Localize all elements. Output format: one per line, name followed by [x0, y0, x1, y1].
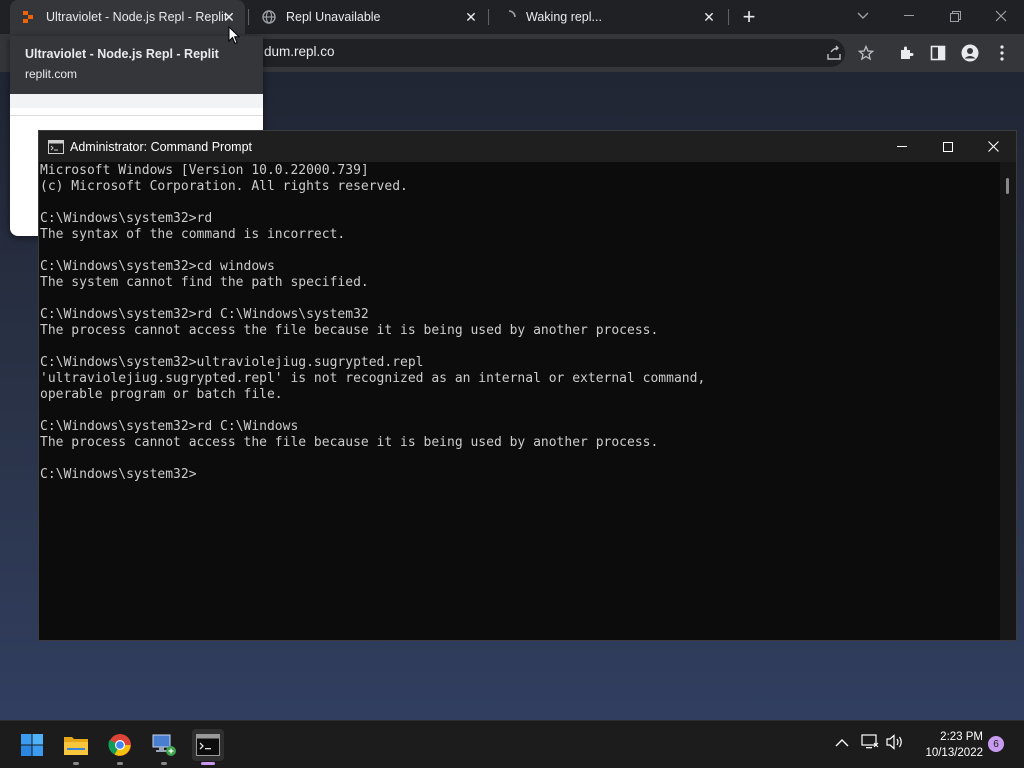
- console-line: The syntax of the command is incorrect.: [40, 227, 346, 242]
- tab-title: Repl Unavailable: [286, 10, 381, 24]
- command-prompt-icon: [48, 139, 64, 154]
- share-icon[interactable]: [823, 42, 845, 64]
- console-line: C:\Windows\system32>: [40, 467, 197, 482]
- running-indicator: [117, 762, 123, 765]
- start-icon: [21, 734, 43, 756]
- thumbnail-header: [10, 94, 263, 108]
- tab-title: Ultraviolet - Node.js Repl - Replit: [46, 10, 226, 24]
- cmd-window-title: Administrator: Command Prompt: [70, 139, 253, 154]
- taskbar-chrome[interactable]: [104, 729, 136, 765]
- tab-repl-unavailable[interactable]: Repl Unavailable ✕: [250, 0, 487, 34]
- console-line: Microsoft Windows [Version 10.0.22000.73…: [40, 163, 369, 178]
- tab-divider: [728, 9, 729, 25]
- clock-date: 10/13/2022: [925, 747, 983, 759]
- cmd-scrollbar[interactable]: [1000, 162, 1016, 640]
- preview-title: Ultraviolet - Node.js Repl - Replit: [25, 47, 219, 61]
- side-panel-icon[interactable]: [927, 42, 949, 64]
- scrollbar-thumb[interactable]: [1006, 178, 1009, 194]
- taskbar-file-explorer[interactable]: [60, 729, 92, 765]
- command-prompt-window[interactable]: Administrator: Command Prompt Microsoft …: [38, 130, 1017, 641]
- browser-tab-strip: Ultraviolet - Node.js Repl - Replit ✕ Re…: [0, 0, 1024, 34]
- console-line: The system cannot find the path specifie…: [40, 275, 369, 290]
- volume-icon[interactable]: [886, 734, 904, 753]
- start-button[interactable]: [16, 729, 48, 761]
- network-computer-icon: [152, 734, 176, 756]
- console-line: C:\Windows\system32>rd C:\Windows\system…: [40, 307, 369, 322]
- replit-favicon-icon: [23, 11, 33, 23]
- command-prompt-icon: [196, 734, 220, 756]
- network-status-icon[interactable]: [861, 734, 879, 753]
- tab-ultraviolet[interactable]: Ultraviolet - Node.js Repl - Replit ✕: [10, 0, 245, 34]
- restore-window-button[interactable]: [932, 0, 978, 32]
- show-hidden-icons-chevron-icon[interactable]: [835, 735, 849, 751]
- tab-waking-repl[interactable]: Waking repl... ✕: [490, 0, 725, 34]
- thumbnail-nav: [10, 108, 263, 116]
- console-line: C:\Windows\system32>cd windows: [40, 259, 275, 274]
- taskbar: 2:23 PM 10/13/2022: [0, 720, 1024, 768]
- close-window-button[interactable]: [978, 0, 1024, 32]
- tab-divider: [248, 9, 249, 25]
- notification-badge[interactable]: 6: [988, 736, 1004, 752]
- console-line: C:\Windows\system32>ultraviolejiug.sugry…: [40, 355, 424, 370]
- mouse-cursor-icon: [228, 26, 240, 45]
- file-explorer-icon: [64, 737, 88, 755]
- minimize-window-button[interactable]: [886, 0, 932, 32]
- new-tab-button[interactable]: +: [737, 4, 761, 29]
- cmd-close-button[interactable]: [970, 131, 1016, 162]
- profile-avatar-icon[interactable]: [959, 42, 981, 64]
- tab-search-chevron-icon[interactable]: [840, 0, 886, 32]
- browser-menu-kebab-icon[interactable]: [991, 42, 1013, 64]
- tab-divider: [488, 9, 489, 25]
- taskbar-network-app[interactable]: [148, 729, 180, 765]
- console-line: 'ultraviolejiug.sugrypted.repl' is not r…: [40, 371, 706, 386]
- loading-spinner-icon: [508, 10, 516, 18]
- running-indicator: [161, 762, 167, 765]
- console-line: The process cannot access the file becau…: [40, 435, 659, 450]
- close-tab-icon[interactable]: ✕: [463, 9, 479, 25]
- console-line: C:\Windows\system32>rd: [40, 211, 213, 226]
- bookmark-star-icon[interactable]: [855, 42, 877, 64]
- preview-url: replit.com: [25, 67, 78, 81]
- tab-title: Waking repl...: [526, 10, 602, 24]
- cmd-maximize-button[interactable]: [925, 131, 971, 162]
- cmd-minimize-button[interactable]: [879, 131, 925, 162]
- close-tab-icon[interactable]: ✕: [701, 9, 717, 25]
- console-line: operable program or batch file.: [40, 387, 283, 402]
- console-line: C:\Windows\system32>rd C:\Windows: [40, 419, 299, 434]
- cmd-title-bar[interactable]: Administrator: Command Prompt: [39, 131, 1016, 162]
- chrome-icon: [108, 734, 131, 756]
- globe-icon: [262, 10, 276, 24]
- console-output[interactable]: Microsoft Windows [Version 10.0.22000.73…: [39, 162, 999, 640]
- running-indicator: [201, 762, 215, 765]
- address-text: dum.repl.co: [264, 44, 335, 59]
- extensions-puzzle-icon[interactable]: [895, 42, 917, 64]
- system-clock[interactable]: 2:23 PM 10/13/2022: [913, 729, 983, 761]
- running-indicator: [73, 762, 79, 765]
- console-line: (c) Microsoft Corporation. All rights re…: [40, 179, 408, 194]
- taskbar-command-prompt[interactable]: [192, 729, 224, 765]
- console-line: The process cannot access the file becau…: [40, 323, 659, 338]
- close-tab-icon[interactable]: ✕: [221, 9, 237, 25]
- clock-time: 2:23 PM: [940, 731, 983, 743]
